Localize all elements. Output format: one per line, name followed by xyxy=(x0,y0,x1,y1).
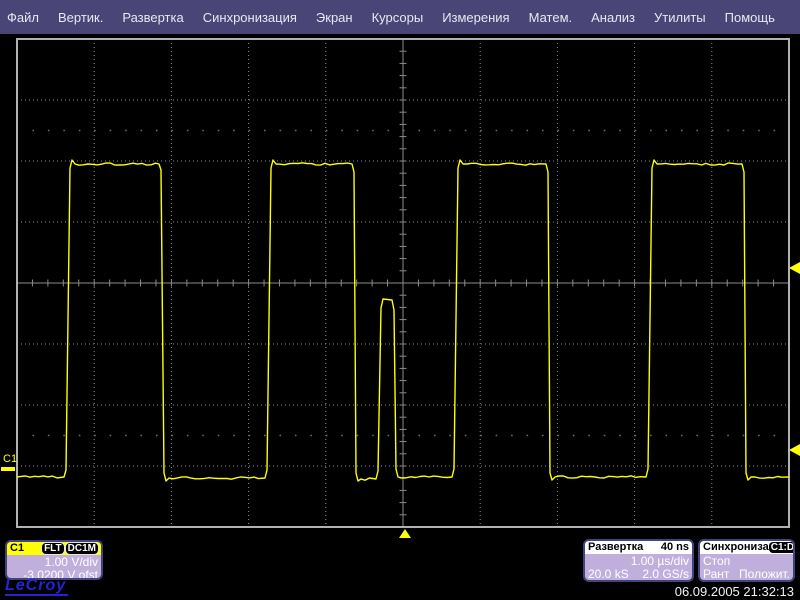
trigger-source-badge: C1:DC xyxy=(768,542,793,553)
trigger-header: Синхрониза C1:DC xyxy=(700,541,793,554)
trigger-level-lower-marker[interactable] xyxy=(789,444,800,456)
trigger-slope: Положит. xyxy=(739,567,790,581)
lecroy-logo: LeCroy xyxy=(5,577,69,596)
timebase-sample-rate: 2.0 GS/s xyxy=(642,567,689,581)
timebase-header: Развертка 40 ns xyxy=(585,541,692,554)
trigger-time-marker[interactable] xyxy=(399,529,411,538)
datetime-display: 06.09.2005 21:32:13 xyxy=(674,584,794,599)
channel-c1-zero-marker[interactable] xyxy=(1,467,15,471)
timebase-title: Развертка xyxy=(588,541,644,553)
channel-c1-header: C1 FLT DC1M xyxy=(7,542,101,555)
channel-c1-label: C1 xyxy=(10,542,25,554)
graticule xyxy=(16,38,790,528)
timebase-delay: 40 ns xyxy=(660,541,689,553)
waveform-display: C1 xyxy=(1,38,800,538)
trigger-title: Синхрониза xyxy=(703,541,769,553)
channel-c1-level-label: C1 xyxy=(3,453,17,465)
timebase-samples: 20.0 kS xyxy=(588,567,629,581)
channel-coupling-badge: DC1M xyxy=(65,543,98,554)
timebase-descriptor-box[interactable]: Развертка 40 ns 1.00 µs/div 20.0 kS 2.0 … xyxy=(583,539,694,582)
channel-c1-descriptor-box[interactable]: C1 FLT DC1M 1.00 V/div -3.0200 V ofst xyxy=(5,540,103,580)
oscilloscope-screen: Файл Вертик. Развертка Синхронизация Экран Ку… xyxy=(0,0,800,600)
channel-filter-badge: FLT xyxy=(42,543,64,554)
trigger-type: Рант xyxy=(703,567,730,581)
trigger-level-upper-marker[interactable] xyxy=(789,262,800,274)
trigger-descriptor-box[interactable]: Синхрониза C1:DC Стоп Рант Положит. xyxy=(698,539,795,582)
